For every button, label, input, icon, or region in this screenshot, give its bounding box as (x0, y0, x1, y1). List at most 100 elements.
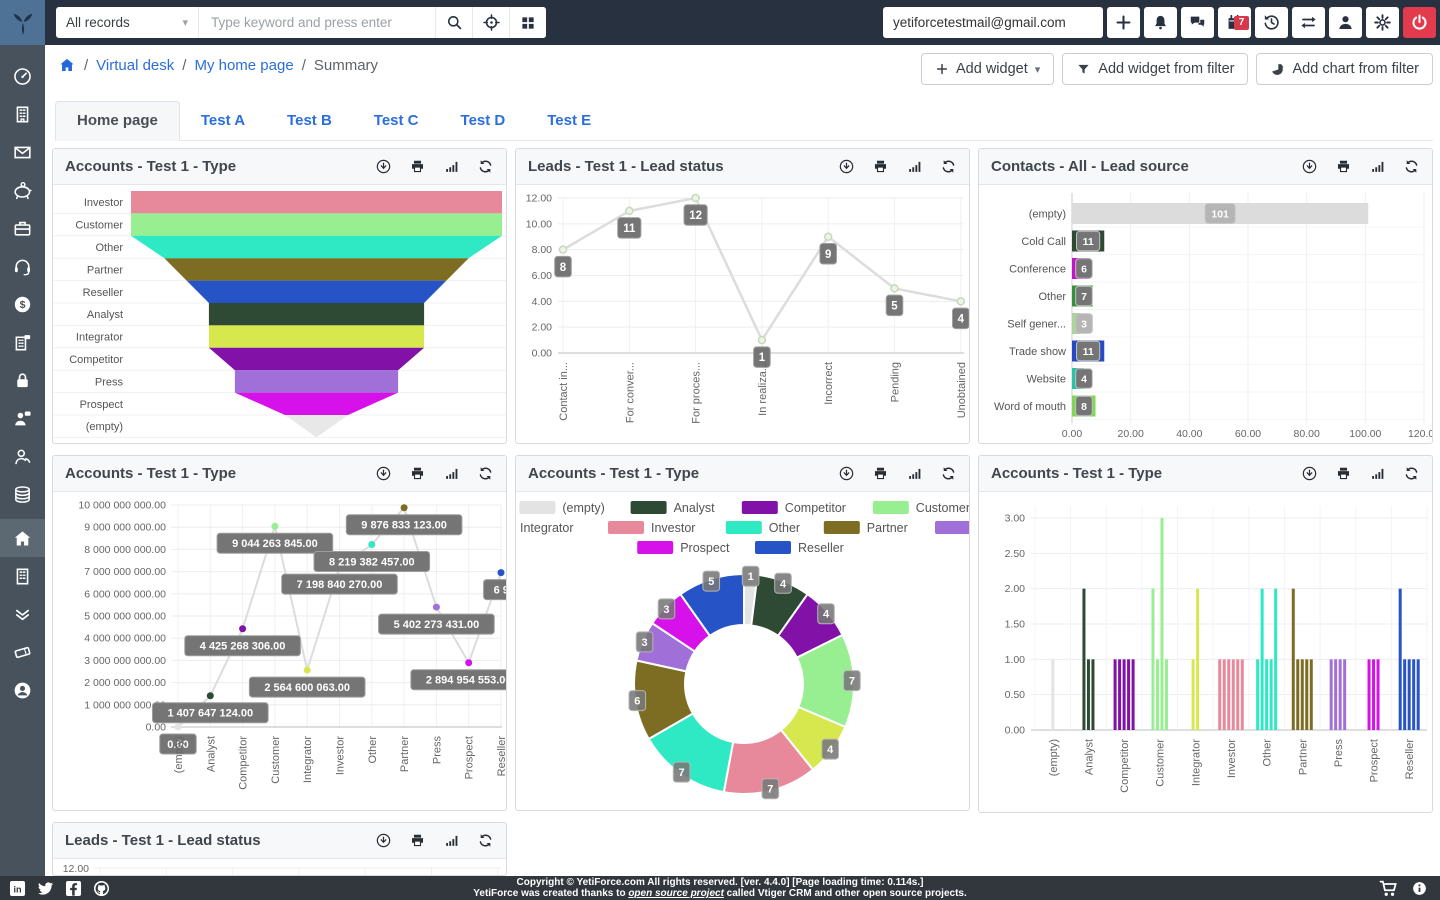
search-scope-value: All records (66, 15, 130, 30)
tab-test-a[interactable]: Test A (180, 102, 266, 140)
svg-text:8: 8 (1081, 401, 1087, 413)
search-scope-select[interactable]: All records ▾ (56, 7, 199, 38)
download-widget-button[interactable] (375, 158, 392, 175)
main-content: /Virtual desk/My home page/Summary Add w… (45, 45, 1440, 876)
download-widget-button[interactable] (1301, 158, 1318, 175)
cart-icon[interactable] (1378, 878, 1399, 899)
download-widget-button[interactable] (1301, 465, 1318, 482)
print-widget-button[interactable] (1335, 465, 1352, 482)
notifications-button[interactable] (1144, 7, 1177, 38)
plus-icon (1114, 13, 1133, 32)
download-widget-button[interactable] (838, 465, 855, 482)
sidebar-item-mail[interactable] (0, 133, 45, 171)
sidebar-item-person-circle[interactable] (0, 671, 45, 709)
history-button[interactable] (1255, 7, 1288, 38)
sidebar-item-person-message[interactable] (0, 399, 45, 437)
open-source-project-link[interactable]: open source project (628, 888, 724, 899)
add-chart-from-filter-button[interactable]: Add chart from filter (1256, 53, 1433, 85)
tab-test-d[interactable]: Test D (440, 102, 527, 140)
sidebar-item-piggy-bank[interactable] (0, 171, 45, 209)
breadcrumb-item[interactable]: Virtual desk (96, 57, 174, 74)
svg-text:7 000 000 000.00: 7 000 000 000.00 (84, 566, 166, 578)
refresh-widget-button[interactable] (1403, 158, 1420, 175)
chart-type-widget-button[interactable] (1369, 158, 1386, 175)
logout-button[interactable] (1403, 7, 1436, 38)
home-icon[interactable] (58, 56, 76, 74)
svg-text:4: 4 (827, 744, 834, 756)
refresh-widget-button[interactable] (477, 832, 494, 849)
user-email-input[interactable] (883, 7, 1103, 38)
add-widget-button[interactable]: Add widget ▾ (921, 53, 1054, 85)
github-icon[interactable] (92, 879, 111, 898)
print-widget-button[interactable] (409, 465, 426, 482)
sidebar-item-lock[interactable] (0, 361, 45, 399)
svg-text:Other: Other (769, 521, 800, 535)
svg-text:Integrator: Integrator (76, 332, 123, 344)
tab-test-b[interactable]: Test B (266, 102, 353, 140)
tab-test-e[interactable]: Test E (526, 102, 612, 140)
facebook-icon[interactable] (64, 879, 83, 898)
print-widget-button[interactable] (409, 158, 426, 175)
locate-button[interactable] (472, 7, 509, 38)
sidebar-item-building-card[interactable] (0, 323, 45, 361)
transfers-button[interactable] (1292, 7, 1325, 38)
search-button[interactable] (435, 7, 472, 38)
apps-grid-button[interactable] (509, 7, 546, 38)
sidebar-item-building[interactable] (0, 95, 45, 133)
dashboard-widget: Leads - Test 1 - Lead status12.00 (52, 822, 507, 876)
sidebar-item-home[interactable] (0, 519, 45, 557)
refresh-widget-button[interactable] (477, 158, 494, 175)
calendar-button[interactable]: 7 (1218, 7, 1251, 38)
settings-button[interactable] (1366, 7, 1399, 38)
svg-text:7: 7 (1081, 291, 1087, 303)
breadcrumb-item[interactable]: My home page (194, 57, 293, 74)
svg-text:Other: Other (1262, 739, 1274, 767)
sidebar-item-database[interactable] (0, 475, 45, 513)
sidebar-item-headset[interactable] (0, 247, 45, 285)
svg-text:20.00: 20.00 (1118, 428, 1144, 440)
download-widget-button[interactable] (375, 465, 392, 482)
print-widget-button[interactable] (1335, 158, 1352, 175)
sidebar-item-building-alt[interactable] (0, 557, 45, 595)
chart-type-widget-button[interactable] (906, 158, 923, 175)
tab-test-c[interactable]: Test C (353, 102, 440, 140)
info-icon[interactable] (1411, 880, 1428, 897)
download-widget-button[interactable] (375, 832, 392, 849)
widget-title: Leads - Test 1 - Lead status (65, 832, 261, 849)
refresh-widget-button[interactable] (1403, 465, 1420, 482)
sidebar-item-ticket[interactable] (0, 633, 45, 671)
refresh-widget-button[interactable] (477, 465, 494, 482)
svg-text:Analyst: Analyst (1083, 739, 1095, 775)
add-record-button[interactable] (1107, 7, 1140, 38)
sidebar-item-briefcase[interactable] (0, 209, 45, 247)
sidebar-item-double-chevron[interactable] (0, 595, 45, 633)
add-widget-from-filter-button[interactable]: Add widget from filter (1062, 53, 1248, 85)
refresh-widget-button[interactable] (940, 465, 957, 482)
print-widget-button[interactable] (872, 465, 889, 482)
user-button[interactable] (1329, 7, 1362, 38)
breadcrumb-separator: / (302, 57, 306, 74)
svg-text:Integrator: Integrator (520, 521, 574, 535)
chart-type-widget-button[interactable] (906, 465, 923, 482)
messages-button[interactable] (1181, 7, 1214, 38)
sidebar-item-person-phone[interactable] (0, 437, 45, 475)
chart-type-widget-button[interactable] (443, 158, 460, 175)
ticket-icon (12, 642, 33, 663)
download-widget-button[interactable] (838, 158, 855, 175)
yetiforce-logo[interactable] (0, 0, 45, 45)
widget-title: Accounts - Test 1 - Type (991, 465, 1162, 482)
refresh-widget-button[interactable] (940, 158, 957, 175)
twitter-icon[interactable] (36, 879, 55, 898)
print-widget-button[interactable] (872, 158, 889, 175)
chart-type-widget-button[interactable] (1369, 465, 1386, 482)
search-input[interactable] (199, 7, 435, 38)
home-icon (12, 528, 33, 549)
sidebar-item-gauge[interactable] (0, 57, 45, 95)
linkedin-icon[interactable]: in (8, 879, 27, 898)
chart-type-widget-button[interactable] (443, 465, 460, 482)
svg-text:In realiza...: In realiza... (757, 362, 769, 416)
print-widget-button[interactable] (409, 832, 426, 849)
tab-home-page[interactable]: Home page (55, 101, 180, 141)
sidebar-item-dollar-coin[interactable]: $ (0, 285, 45, 323)
chart-type-widget-button[interactable] (443, 832, 460, 849)
